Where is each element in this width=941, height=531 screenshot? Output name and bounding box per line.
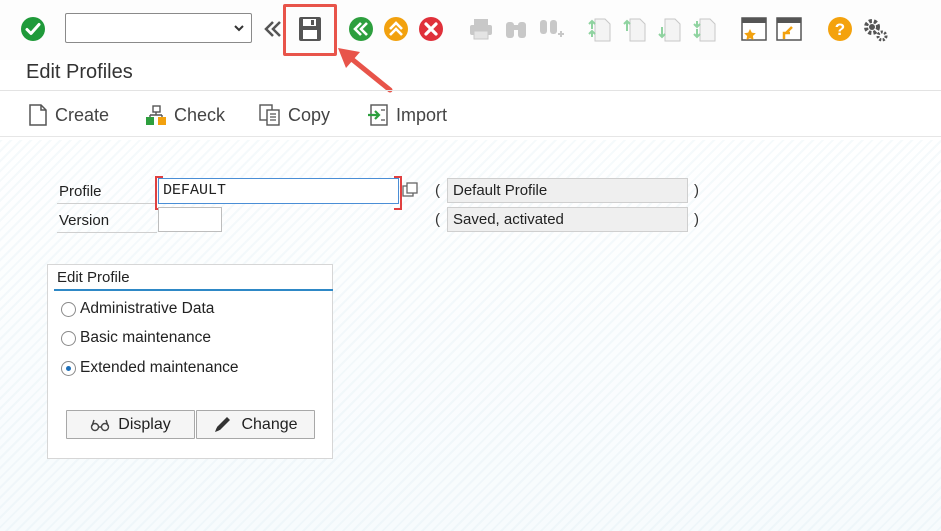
value-help-icon[interactable] bbox=[401, 181, 419, 199]
profile-label: Profile bbox=[57, 179, 157, 204]
glasses-icon bbox=[91, 419, 110, 431]
svg-text:?: ? bbox=[835, 20, 845, 39]
application-toolbar: Create Check Copy Import bbox=[0, 94, 941, 136]
last-page-icon bbox=[691, 15, 719, 43]
chevron-down-icon[interactable] bbox=[233, 22, 245, 34]
system-toolbar: ? bbox=[0, 0, 941, 93]
radio-button[interactable] bbox=[61, 301, 76, 317]
groupbox-title: Edit Profile bbox=[57, 269, 130, 286]
help-icon[interactable]: ? bbox=[826, 15, 854, 43]
page-title: Edit Profiles bbox=[26, 61, 133, 83]
new-session-icon[interactable] bbox=[740, 15, 768, 43]
copy-button[interactable]: Copy bbox=[258, 102, 330, 128]
find-icon bbox=[502, 15, 530, 43]
copy-label: Copy bbox=[288, 104, 331, 125]
paren-close-2: ) bbox=[694, 211, 699, 228]
import-label: Import bbox=[396, 104, 448, 125]
import-icon bbox=[368, 104, 388, 126]
first-page-icon bbox=[586, 15, 614, 43]
previous-page-icon bbox=[621, 15, 649, 43]
radio-button[interactable] bbox=[61, 330, 76, 346]
copy-icon bbox=[259, 104, 280, 126]
arrow-annotation bbox=[338, 48, 393, 93]
profile-input[interactable]: DEFAULT bbox=[155, 176, 402, 210]
command-field[interactable] bbox=[65, 13, 252, 43]
radio-button-selected[interactable] bbox=[61, 360, 76, 376]
next-page-icon bbox=[656, 15, 684, 43]
version-status: Saved, activated bbox=[447, 207, 688, 232]
print-icon bbox=[467, 15, 495, 43]
paren-close: ) bbox=[694, 182, 699, 199]
radio-extended-maintenance[interactable]: Extended maintenance bbox=[61, 359, 239, 377]
radio-administrative-data[interactable]: Administrative Data bbox=[61, 300, 214, 318]
change-button[interactable]: Change bbox=[196, 410, 315, 439]
paren-open-2: ( bbox=[435, 211, 440, 228]
check-button[interactable]: Check bbox=[144, 102, 225, 128]
radio-label: Administrative Data bbox=[80, 300, 215, 317]
import-button[interactable]: Import bbox=[366, 102, 447, 128]
save-highlight-annotation bbox=[283, 4, 337, 56]
cancel-icon[interactable] bbox=[417, 15, 445, 43]
back-icon[interactable] bbox=[347, 15, 375, 43]
radio-basic-maintenance[interactable]: Basic maintenance bbox=[61, 329, 211, 347]
find-next-icon bbox=[537, 15, 565, 43]
enter-icon[interactable] bbox=[19, 15, 47, 43]
create-button[interactable]: Create bbox=[27, 102, 109, 128]
exit-icon[interactable] bbox=[382, 15, 410, 43]
toolbar-divider bbox=[0, 136, 941, 137]
display-label: Display bbox=[118, 415, 171, 433]
version-input[interactable] bbox=[158, 207, 222, 232]
title-divider bbox=[0, 90, 941, 91]
radio-label: Extended maintenance bbox=[80, 359, 239, 376]
radio-label: Basic maintenance bbox=[80, 329, 211, 346]
settings-icon[interactable] bbox=[861, 15, 889, 43]
command-input[interactable] bbox=[66, 14, 226, 40]
pencil-icon bbox=[215, 416, 231, 432]
shortcut-icon[interactable] bbox=[775, 15, 803, 43]
change-label: Change bbox=[241, 415, 298, 433]
edit-profile-groupbox: Edit Profile Administrative Data Basic m… bbox=[47, 264, 333, 459]
paren-open: ( bbox=[435, 182, 440, 199]
check-label: Check bbox=[174, 104, 226, 125]
version-label: Version bbox=[57, 208, 157, 233]
groupbox-underline bbox=[54, 289, 333, 291]
new-document-icon bbox=[29, 104, 47, 126]
create-label: Create bbox=[55, 104, 110, 125]
profile-description: Default Profile bbox=[447, 178, 688, 203]
display-button[interactable]: Display bbox=[66, 410, 195, 439]
check-hierarchy-icon bbox=[146, 105, 166, 125]
